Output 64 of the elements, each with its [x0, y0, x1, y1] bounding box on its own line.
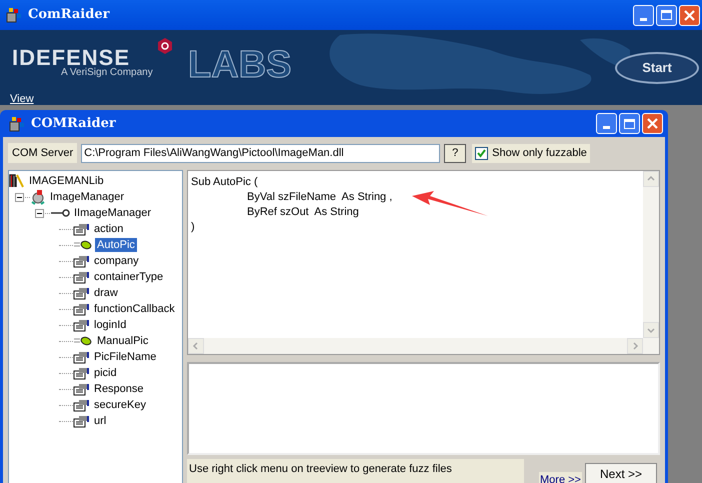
- property-icon: [73, 318, 90, 332]
- close-button[interactable]: [679, 4, 700, 26]
- tagline: A VeriSign Company: [61, 66, 153, 80]
- logo-text: IDEFENSE: [12, 47, 130, 69]
- property-icon: [73, 350, 90, 364]
- tree-item[interactable]: secureKey: [92, 398, 148, 412]
- tree-item[interactable]: url: [92, 414, 108, 428]
- tree-item[interactable]: IImageManager: [72, 206, 154, 220]
- close-button[interactable]: [642, 113, 663, 134]
- minimize-button[interactable]: [596, 113, 617, 134]
- collapse-toggle[interactable]: [35, 208, 44, 218]
- property-icon: [73, 302, 90, 316]
- tree-item[interactable]: draw: [92, 286, 120, 300]
- interface-icon: [50, 208, 70, 218]
- tree-item[interactable]: AutoPic: [95, 238, 137, 252]
- checkbox-label: Show only fuzzable: [492, 146, 587, 161]
- tree-item[interactable]: IMAGEMANLib: [27, 174, 106, 188]
- property-icon: [73, 254, 90, 268]
- checkbox[interactable]: [475, 146, 488, 160]
- property-icon: [73, 270, 90, 284]
- tree-item[interactable]: company: [92, 254, 141, 268]
- tree-item[interactable]: containerType: [92, 270, 166, 284]
- status-text: Use right click menu on treeview to generate fuzz files: [187, 459, 524, 483]
- app-icon: [6, 7, 22, 23]
- tree-item[interactable]: Response: [92, 382, 146, 396]
- close-icon: [684, 10, 695, 20]
- property-icon: [73, 414, 90, 428]
- collapse-toggle[interactable]: [15, 192, 24, 202]
- library-icon: [9, 174, 25, 188]
- tree-item[interactable]: ManualPic: [95, 334, 150, 348]
- path-field[interactable]: C:\Program Files\AliWangWang\Pictool\ImageMan.dll: [81, 144, 440, 162]
- property-icon: [73, 398, 90, 412]
- tree-item[interactable]: functionCallback: [92, 302, 177, 316]
- maximize-button[interactable]: [656, 4, 677, 26]
- window-title: ComRaider: [28, 6, 111, 24]
- tree-item[interactable]: ImageManager: [48, 190, 126, 204]
- class-icon: [30, 189, 46, 205]
- tree-item[interactable]: PicFileName: [92, 350, 158, 364]
- minimize-button[interactable]: [633, 4, 654, 26]
- field-label: COM Server: [8, 142, 78, 164]
- code-line: ByRef szOut As String: [246, 205, 359, 220]
- more-link[interactable]: More >>: [539, 472, 582, 483]
- tree-item[interactable]: action: [92, 222, 126, 236]
- property-icon: [73, 382, 90, 396]
- help-button[interactable]: ?: [444, 144, 466, 162]
- window-title: COMRaider: [31, 114, 117, 133]
- code-line: Sub AutoPic (: [191, 175, 258, 190]
- property-icon: [73, 366, 90, 380]
- close-icon: [647, 118, 658, 129]
- app-icon: [9, 116, 25, 132]
- tree-item[interactable]: loginId: [92, 318, 128, 332]
- start-button[interactable]: Start: [615, 52, 699, 84]
- next-button[interactable]: Next >>: [585, 463, 657, 483]
- property-icon: [73, 286, 90, 300]
- menu-item[interactable]: View: [10, 91, 34, 105]
- code-line: ): [191, 220, 195, 235]
- code-line: ByVal szFileName As String ,: [246, 190, 392, 205]
- chevron-icon: [192, 342, 200, 350]
- labs-logo-text: LABS: [188, 46, 292, 84]
- hexagon-logo-icon: [157, 37, 173, 55]
- maximize-button[interactable]: [619, 113, 640, 134]
- property-icon: [73, 222, 90, 236]
- chevron-icon: [647, 175, 655, 183]
- tree-item[interactable]: picid: [92, 366, 119, 380]
